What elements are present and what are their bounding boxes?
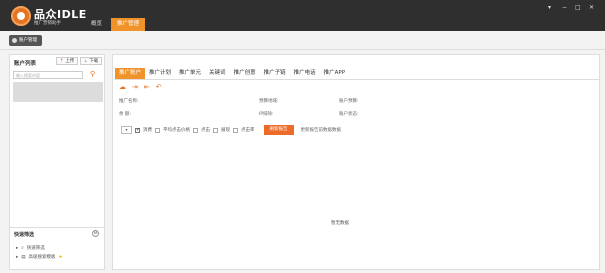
export-icon[interactable]: ⇥	[132, 83, 138, 91]
download-icon: ⇣	[84, 59, 88, 64]
toolbar: 账户管理	[0, 31, 605, 50]
expand-arrow-icon: ▸	[16, 245, 19, 251]
download-button[interactable]: ⇣ 下载	[80, 57, 103, 65]
checkbox-clicks-label: 点击	[201, 128, 210, 133]
checkbox-clicks[interactable]	[193, 127, 198, 133]
quick-filter-item-label: 快速筛选	[26, 246, 45, 251]
upload-icon: ⇡	[60, 59, 64, 64]
advanced-search-label: 高级搜索模板	[28, 255, 56, 260]
empty-state: 暂无数据	[331, 221, 349, 226]
tab-promo-account[interactable]: 推广账户	[115, 68, 146, 79]
quick-filter-item[interactable]: ▸ ⌕ 快速筛选	[16, 245, 45, 252]
tab-keywords[interactable]: 关键词	[205, 68, 230, 79]
account-search-input[interactable]: 输入搜索内容	[13, 71, 83, 79]
menu-icon[interactable]: ▾	[548, 4, 551, 11]
upload-button[interactable]: ⇡ 上传	[56, 57, 79, 65]
template-icon: ▤	[21, 254, 26, 260]
checkbox-avg-cpc[interactable]	[155, 127, 160, 133]
search-icon[interactable]: ⚲	[90, 70, 95, 78]
download-label: 下载	[89, 59, 99, 64]
date-range-select[interactable]: ▾	[121, 126, 132, 134]
account-name-field: 推广名称:	[119, 99, 139, 104]
account-list[interactable]	[13, 82, 103, 102]
tab-promo-creative[interactable]: 推广创意	[230, 68, 260, 79]
title-bar: 品众IDLE 推广营销助手 概览 推广管理 ▾ − □ ✕	[0, 0, 605, 31]
account-icon	[12, 38, 17, 43]
undo-icon[interactable]: ↶	[156, 83, 162, 91]
collapse-icon[interactable]: ⊖	[92, 230, 99, 237]
account-status-field: 账户状态:	[339, 112, 359, 117]
account-budget-field: 账户预算:	[339, 99, 359, 104]
ip-exclusion-field: IP排除:	[259, 112, 274, 117]
maximize-icon[interactable]: □	[575, 4, 581, 11]
checkbox-cost[interactable]	[135, 127, 140, 133]
refresh-note: 更新报告前数据数据	[300, 128, 342, 133]
tab-promo-phone[interactable]: 推广电话	[290, 68, 320, 79]
minimize-icon[interactable]: −	[562, 4, 567, 11]
checkbox-ctr-label: 点击率	[241, 128, 255, 133]
checkbox-impressions[interactable]	[213, 127, 218, 133]
brand-subtitle: 推广营销助手	[34, 21, 61, 26]
account-management-button[interactable]: 账户管理	[9, 35, 42, 46]
upload-label: 上传	[65, 59, 75, 64]
checkbox-impressions-label: 展现	[221, 128, 230, 133]
tab-bar: 推广账户 推广计划 推广单元 关键词 推广创意 推广子链 推广电话 推广APP	[115, 68, 599, 80]
checkbox-ctr[interactable]	[233, 127, 238, 133]
nav-overview[interactable]: 概览	[85, 18, 108, 31]
filter-icon: ⌕	[21, 246, 24, 251]
nav-promotion-management[interactable]: 推广管理	[111, 18, 146, 31]
quick-filter-section: 快速筛选 ⊖ ▸ ⌕ 快速筛选 ▸ ▤ 高级搜索模板 ★	[10, 227, 104, 260]
quick-filter-title: 快速筛选	[14, 232, 35, 238]
checkbox-avg-cpc-label: 平均点击价格	[163, 128, 190, 133]
checkbox-cost-label: 消费	[143, 128, 152, 133]
tab-promo-app[interactable]: 推广APP	[320, 68, 349, 79]
tab-promo-unit[interactable]: 推广单元	[175, 68, 205, 79]
account-list-panel: 账户列表 ⇡ 上传 ⇣ 下载 输入搜索内容 ⚲ 快速筛选 ⊖ ▸ ⌕ 快速筛选 …	[9, 54, 105, 270]
action-toolbar: ☁ ⇥ ⇤ ↶	[119, 83, 162, 91]
import-icon[interactable]: ⇤	[144, 83, 150, 91]
app-logo	[11, 6, 31, 26]
cloud-download-icon[interactable]: ☁	[119, 83, 126, 91]
star-icon: ★	[58, 254, 63, 260]
refresh-report-button[interactable]: 刷新报告	[263, 125, 294, 135]
close-icon[interactable]: ✕	[589, 4, 594, 11]
budget-region-field: 预算地域:	[259, 99, 279, 104]
account-list-title: 账户列表	[14, 61, 37, 67]
main-panel: 推广账户 推广计划 推广单元 关键词 推广创意 推广子链 推广电话 推广APP …	[112, 54, 600, 270]
report-filter-bar: ▾ 消费 平均点击价格 点击 展现 点击率 刷新报告 更新报告前数据数据	[121, 125, 341, 135]
expand-arrow-icon: ▸	[16, 254, 19, 260]
account-management-label: 账户管理	[19, 38, 37, 43]
balance-field: 余 额:	[119, 112, 131, 117]
tab-promo-sublink[interactable]: 推广子链	[260, 68, 290, 79]
account-info: 推广名称: 余 额: 预算地域: IP排除: 账户预算: 账户状态:	[119, 98, 589, 122]
tab-promo-plan[interactable]: 推广计划	[145, 68, 175, 79]
advanced-search-item[interactable]: ▸ ▤ 高级搜索模板 ★	[16, 254, 63, 261]
